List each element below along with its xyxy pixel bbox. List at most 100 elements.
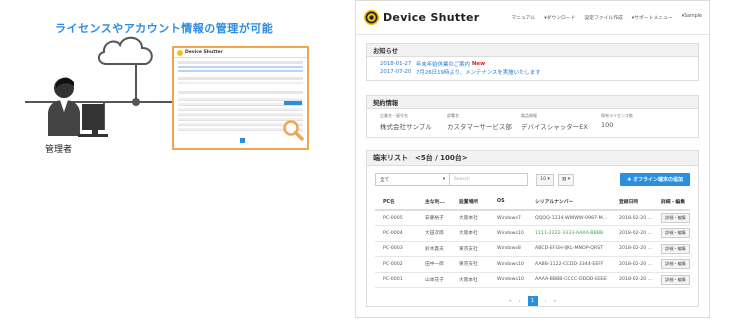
terminal-panel: 端末リスト <5台 / 100台> 全て ▾ Search 10 ▾ ▥ ▾ ✚… (366, 150, 699, 307)
cell-place: 東京支社 (451, 241, 489, 257)
contract-title: 契約情報 (367, 96, 698, 109)
illustration-pane: ライセンスやアカウント情報の管理が可能 管理者 Device Shutter (0, 0, 350, 324)
cell-pc-name: PC-0004 (375, 225, 417, 242)
filter-value: 全て (380, 177, 390, 183)
admin-person-icon (48, 77, 108, 137)
nav-item-user[interactable]: ▾Sample (682, 14, 702, 21)
cell-user: 田中一郎 (417, 256, 451, 273)
cell-user: 鈴木貫夫 (417, 241, 451, 257)
table-row[interactable]: PC-0002 田中一郎 東京支社 Windows10 AABB-1122-CCDD-3… (375, 256, 690, 273)
table-row[interactable]: PC-0003 鈴木貫夫 東京支社 Windows8 ABCD-EFGH-IJKL-MN… (375, 241, 690, 257)
cell-serial: AABB-1122-CCDD-3344-EEFF (527, 256, 611, 273)
cell-os: Windows7 (489, 210, 527, 226)
news-panel: お知らせ 2018-01-27 年末年始休業のご案内 New 2017-07-2… (366, 43, 699, 81)
edit-button[interactable]: 詳細・編集 (661, 274, 690, 285)
edit-button[interactable]: 詳細・編集 (661, 213, 690, 223)
news-title: お知らせ (367, 44, 698, 57)
table-body: PC-0005 安藤裕子 大阪本社 Windows7 QQQQ-1234-WWWW-09… (375, 210, 690, 288)
cell-date: 2018-02-20 ... (611, 210, 653, 226)
page-first[interactable]: « (509, 299, 512, 304)
new-badge: New (471, 61, 486, 67)
cell-serial: ABCD-EFGH-IJKL-MNOP-QRST (527, 241, 611, 257)
cell-os: Windows10 (489, 225, 527, 242)
cell-place: 大阪本社 (451, 272, 489, 288)
contract-company: 企業名・屋号名 株式会社サンプル (380, 113, 432, 131)
edit-button[interactable]: 詳細・編集 (661, 243, 690, 254)
cell-edit: 詳細・編集 (653, 241, 690, 257)
edit-button[interactable]: 詳細・編集 (661, 228, 690, 239)
search-input[interactable]: Search (450, 173, 528, 186)
cell-date: 2018-02-20 ... (611, 241, 653, 257)
magnifier-icon (283, 120, 304, 141)
mini-row (178, 82, 303, 84)
terminal-toolbar: 全て ▾ Search 10 ▾ ▥ ▾ ✚ オフライン端末の追加 (375, 173, 690, 186)
page-current[interactable]: 1 (527, 296, 538, 306)
cell-serial: 1111-2222-3333-AAAA-BBBB (527, 225, 611, 242)
page-next[interactable]: › (545, 299, 547, 304)
cell-serial: AAAA-BBBB-CCCC-DDDD-EEEE (527, 272, 611, 288)
mini-add-button (284, 101, 302, 105)
cell-os: Windows8 (489, 241, 527, 257)
col-os[interactable]: OS (489, 193, 527, 211)
contract-product: 製品情報 デバイスシャッターEX (521, 113, 588, 131)
mini-title: Device Shutter (185, 50, 223, 55)
page-size-select[interactable]: 10 ▾ (536, 173, 554, 186)
admin-label: 管理者 (45, 145, 73, 155)
cell-pc-name: PC-0005 (375, 210, 417, 226)
add-offline-terminal-button[interactable]: ✚ オフライン端末の追加 (620, 173, 690, 186)
cloud-icon (98, 36, 153, 65)
nav-item-manual[interactable]: マニュアル (511, 14, 535, 21)
cell-place: 大阪本社 (451, 225, 489, 242)
table-row[interactable]: PC-0001 山本花子 大阪本社 Windows10 AAAA-BBBB-CCCC-D… (375, 272, 690, 288)
table-header-row: PC名 主な利... 設置場所 OS シリアルナンバー 登録日時 詳細・編集 (375, 193, 690, 211)
news-text: 7月26日19時より、メンテナンスを実施いたします (416, 70, 541, 76)
col-user[interactable]: 主な利... (417, 193, 451, 211)
cell-edit: 詳細・編集 (653, 256, 690, 273)
nav-item-config[interactable]: 設定ファイル作成 (584, 14, 622, 21)
contract-panel: 契約情報 企業名・屋号名 株式会社サンプル 部署名 カスタマーサービス部 製品情… (366, 95, 699, 138)
news-item[interactable]: 2017-07-20 7月26日19時より、メンテナンスを実施いたします (380, 68, 685, 76)
cell-user: 大田次郎 (417, 225, 451, 242)
chevron-down-icon: ▾ (442, 177, 445, 182)
page-last[interactable]: » (553, 299, 556, 304)
edit-button[interactable]: 詳細・編集 (661, 259, 690, 270)
brand-name: Device Shutter (383, 11, 480, 24)
cell-pc-name: PC-0001 (375, 272, 417, 288)
mini-bar (178, 91, 303, 94)
nav-item-download[interactable]: ▾ダウンロード (544, 14, 575, 21)
cell-serial: QQQQ-1234-WWWW-0987-M... (527, 210, 611, 226)
mini-row (178, 70, 303, 72)
col-serial[interactable]: シリアルナンバー (527, 193, 611, 211)
news-item[interactable]: 2018-01-27 年末年始休業のご案内 New (380, 60, 685, 68)
cell-user: 山本花子 (417, 272, 451, 288)
brand[interactable]: Device Shutter (363, 9, 480, 26)
cell-pc-name: PC-0002 (375, 256, 417, 273)
table-row[interactable]: PC-0005 安藤裕子 大阪本社 Windows7 QQQQ-1234-WWWW-09… (375, 210, 690, 226)
news-date: 2017-07-20 (380, 69, 412, 75)
cell-date: 2018-02-20 ... (611, 256, 653, 273)
cell-date: 2018-02-20 ... (611, 272, 653, 288)
mini-header: Device Shutter (174, 48, 307, 58)
col-pc[interactable]: PC名 (375, 193, 417, 211)
mini-logo-icon (177, 49, 183, 56)
cell-pc-name: PC-0003 (375, 241, 417, 257)
mini-row (178, 66, 303, 68)
filter-select[interactable]: 全て ▾ (375, 173, 450, 186)
cell-os: Windows10 (489, 256, 527, 273)
columns-button[interactable]: ▥ ▾ (558, 173, 574, 186)
news-date: 2018-01-27 (380, 61, 412, 67)
app-window: Device Shutter マニュアル ▾ダウンロード 設定ファイル作成 ▾サ… (355, 0, 710, 318)
col-place[interactable]: 設置場所 (451, 193, 489, 211)
cell-place: 大阪本社 (451, 210, 489, 226)
cell-edit: 詳細・編集 (653, 210, 690, 226)
cell-edit: 詳細・編集 (653, 225, 690, 242)
cell-place: 東京支社 (451, 256, 489, 273)
col-date[interactable]: 登録日時 (611, 193, 653, 211)
contract-department: 部署名 カスタマーサービス部 (447, 113, 512, 131)
nav-item-support[interactable]: ▾サポートメニュー (632, 14, 673, 21)
mini-bar (178, 77, 303, 80)
table-row[interactable]: PC-0004 大田次郎 大阪本社 Windows10 1111-2222-3333-A… (375, 225, 690, 242)
terminal-table: PC名 主な利... 設置場所 OS シリアルナンバー 登録日時 詳細・編集 P… (375, 193, 690, 288)
page-prev[interactable]: ‹ (519, 299, 521, 304)
brand-logo-icon (363, 9, 380, 26)
